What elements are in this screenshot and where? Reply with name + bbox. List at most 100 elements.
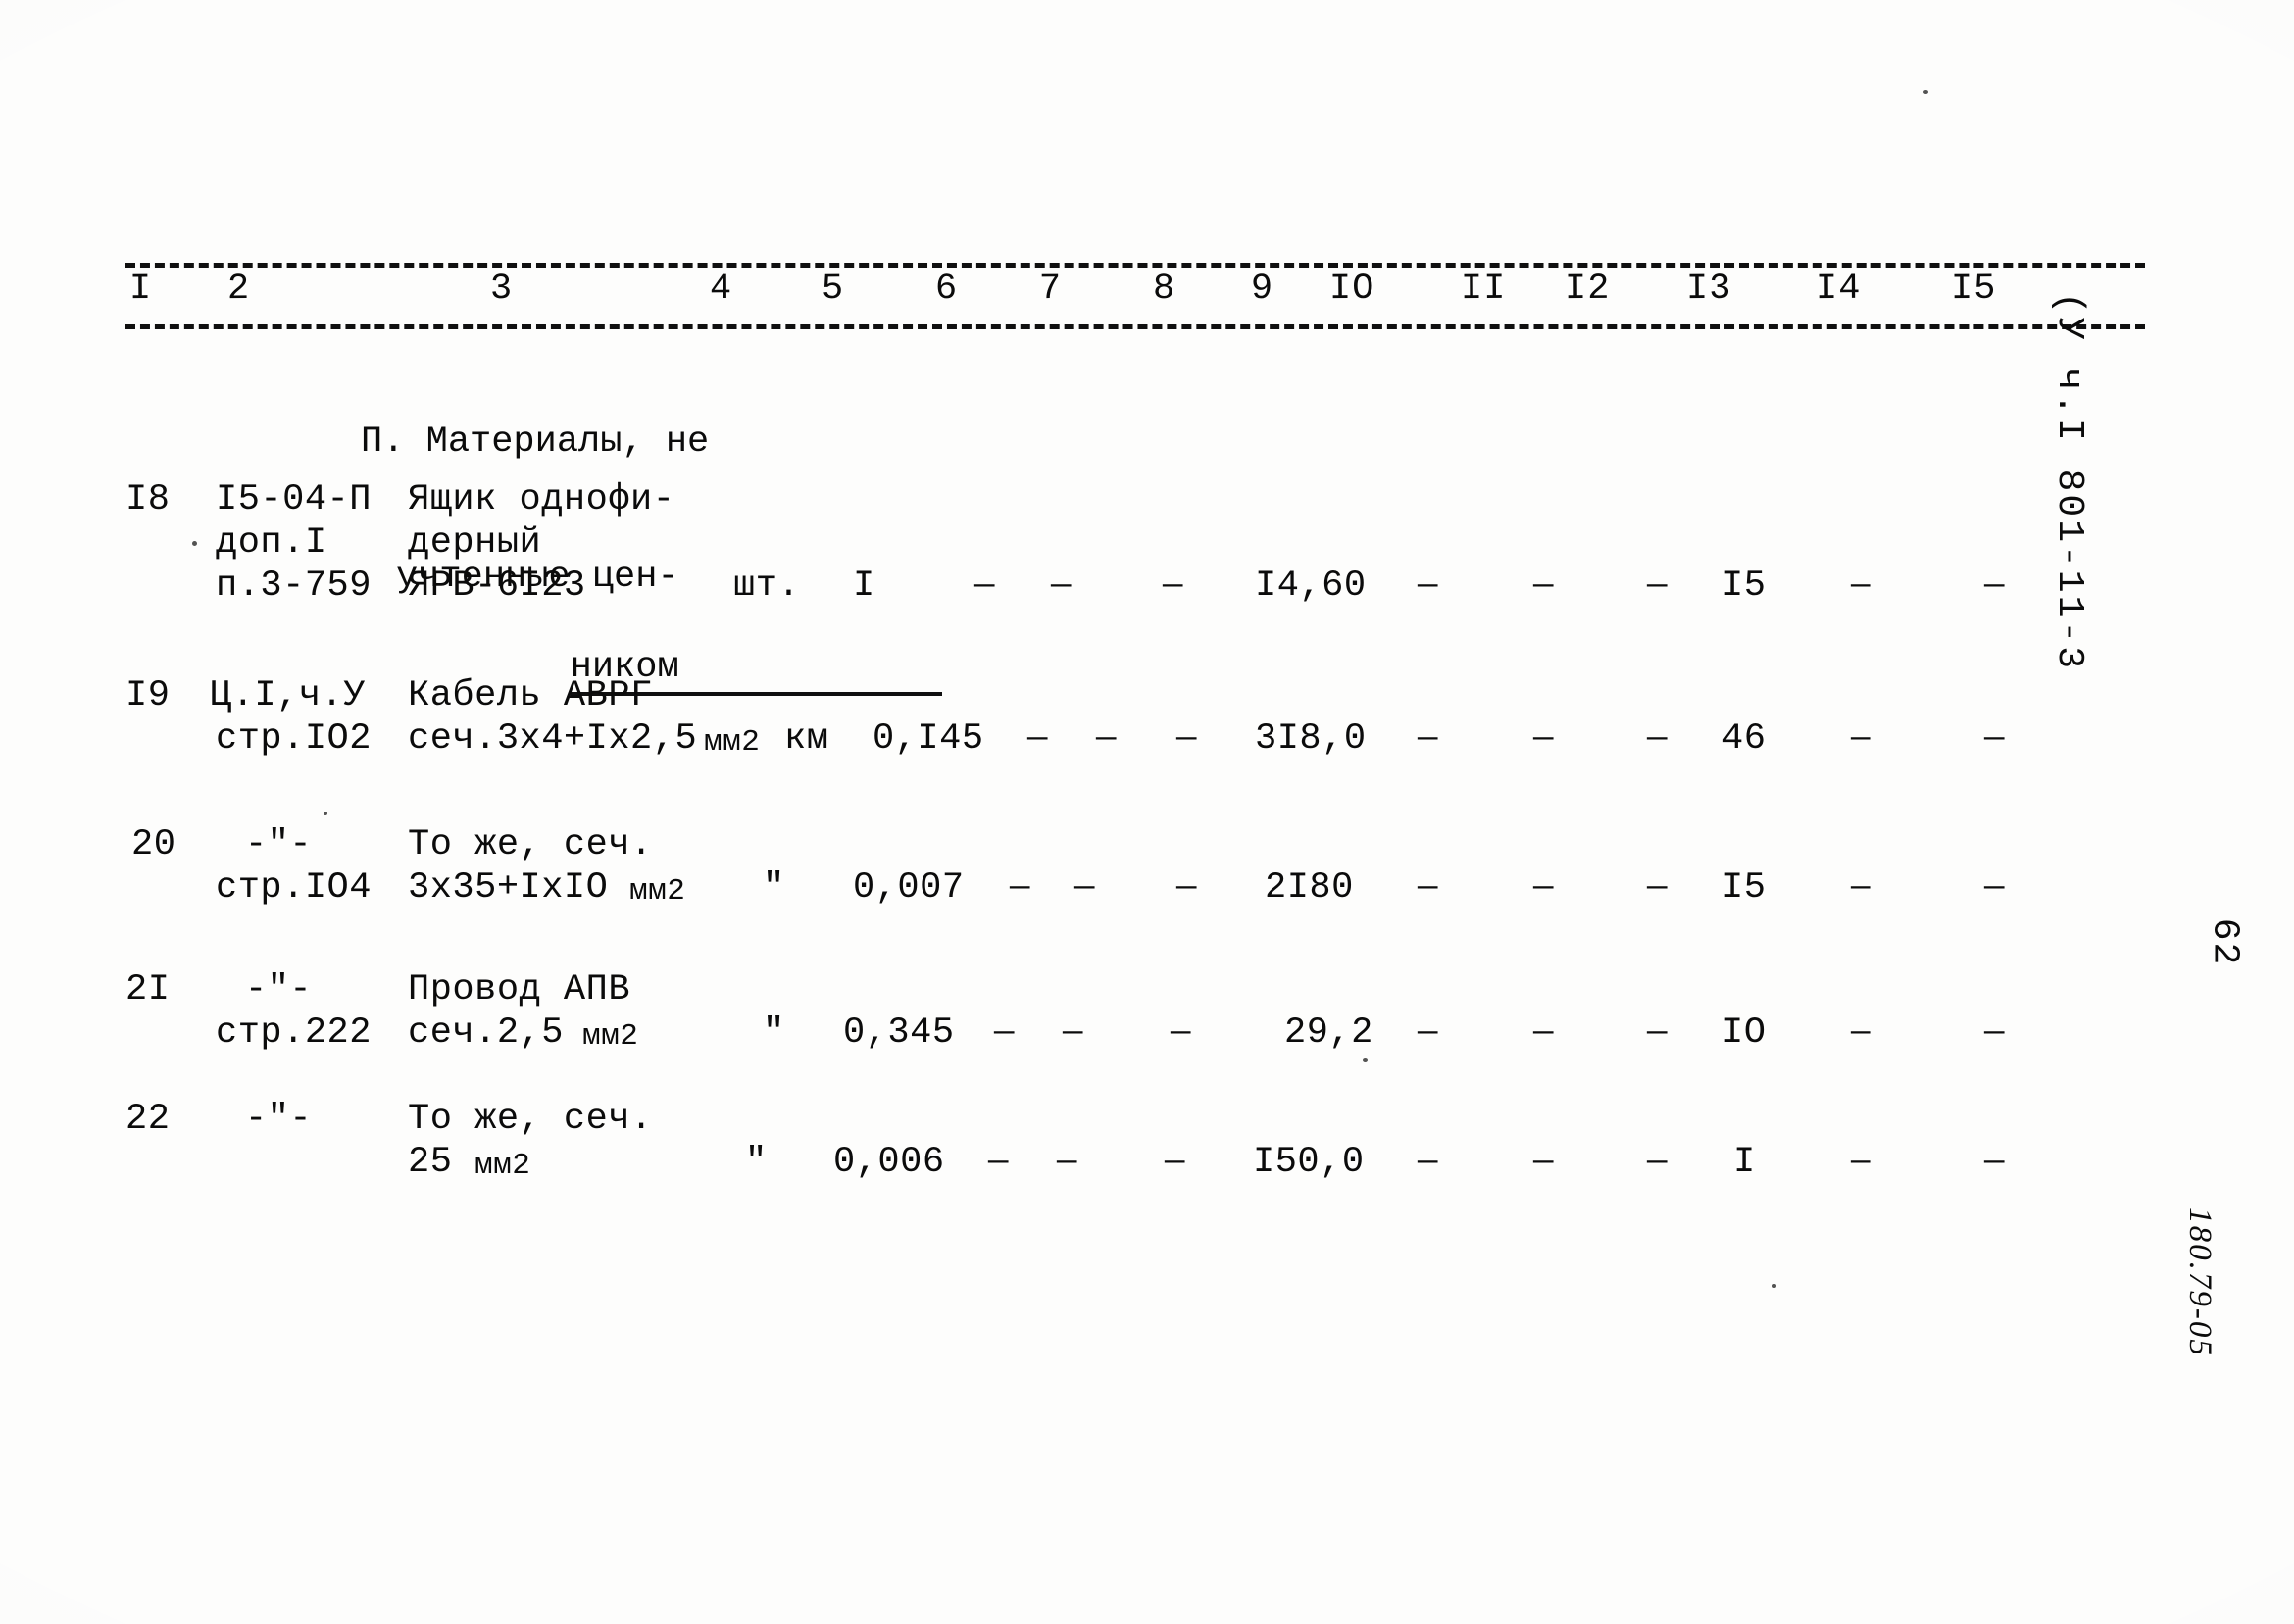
row-code: стр.IO2 — [216, 718, 372, 760]
row-col12: — — [1647, 720, 1668, 758]
row-col12: — — [1647, 1014, 1668, 1052]
margin-archive-stamp: 180.79-05 — [2182, 1207, 2219, 1357]
column-header-1: I — [128, 268, 153, 311]
scan-speck — [1772, 1284, 1776, 1288]
row-col6: — — [974, 567, 995, 605]
row-col10: — — [1418, 1144, 1438, 1181]
column-header-12: I2 — [1564, 268, 1611, 311]
column-header-4: 4 — [709, 268, 733, 311]
scan-speck — [1923, 90, 1928, 94]
row-col6: — — [988, 1144, 1009, 1181]
row-price: 3I8,0 — [1255, 718, 1367, 760]
row-unit: км — [784, 718, 829, 760]
row-col15: — — [1984, 1014, 2005, 1052]
row-col13: I5 — [1721, 867, 1767, 909]
row-number: 20 — [131, 824, 176, 865]
row-name: 3х35+IхIO — [408, 867, 609, 909]
row-unit: " — [745, 1142, 768, 1183]
row-number: I8 — [125, 479, 171, 520]
row-number: I9 — [125, 675, 171, 716]
row-quantity: 0,007 — [853, 867, 965, 909]
row-col12: — — [1647, 567, 1668, 605]
row-col10: — — [1418, 567, 1438, 605]
row-col15: — — [1984, 720, 2005, 758]
row-col8: — — [1171, 1014, 1191, 1052]
row-code: доп.I — [216, 522, 327, 564]
row-col8: — — [1176, 720, 1197, 758]
row-quantity: 0,I45 — [873, 718, 984, 760]
row-col15: — — [1984, 1144, 2005, 1181]
row-col14: — — [1851, 1144, 1871, 1181]
estimate-table: I 2 3 4 5 6 7 8 9 IO II I2 I3 I4 I5 П. М… — [125, 263, 2145, 1388]
row-col12: — — [1647, 869, 1668, 907]
column-header-6: 6 — [934, 268, 959, 311]
row-code: стр.222 — [216, 1012, 372, 1054]
row-col6: — — [1027, 720, 1048, 758]
row-col15: — — [1984, 869, 2005, 907]
row-col14: — — [1851, 720, 1871, 758]
column-header-row: I 2 3 4 5 6 7 8 9 IO II I2 I3 I4 I5 — [125, 268, 2145, 324]
row-col11: — — [1533, 869, 1554, 907]
column-header-13: I3 — [1685, 268, 1732, 311]
scan-speck — [1363, 1058, 1368, 1062]
column-header-11: II — [1460, 268, 1507, 311]
row-col6: — — [994, 1014, 1015, 1052]
row-code: Ц.I,ч.У — [210, 675, 366, 716]
row-col8: — — [1163, 567, 1183, 605]
row-code: -"- — [245, 969, 313, 1010]
row-quantity: 0,345 — [843, 1012, 955, 1054]
table-body: П. Материалы, не учтенные цен- ником I8 … — [125, 329, 2145, 1388]
column-header-5: 5 — [821, 268, 845, 311]
row-col7: — — [1074, 869, 1095, 907]
row-col10: — — [1418, 1014, 1438, 1052]
row-code: -"- — [245, 824, 313, 865]
scan-speck — [324, 812, 327, 815]
row-col11: — — [1533, 720, 1554, 758]
row-col11: — — [1533, 1014, 1554, 1052]
row-col6: — — [1010, 869, 1030, 907]
row-col7: — — [1051, 567, 1072, 605]
row-col14: — — [1851, 869, 1871, 907]
row-number: 22 — [125, 1099, 171, 1140]
scan-speck — [192, 541, 197, 546]
row-col15: — — [1984, 567, 2005, 605]
column-header-3: 3 — [489, 268, 514, 311]
row-name: сеч.2,5 — [408, 1012, 564, 1054]
column-header-7: 7 — [1038, 268, 1063, 311]
row-col8: — — [1176, 869, 1197, 907]
row-code: стр.IO4 — [216, 867, 372, 909]
row-col7: — — [1096, 720, 1117, 758]
row-col7: — — [1063, 1014, 1083, 1052]
column-header-14: I4 — [1815, 268, 1862, 311]
row-name: дерный — [408, 522, 542, 564]
row-unit: шт. — [733, 566, 801, 607]
row-name-unit-sub: мм2 — [629, 874, 686, 909]
row-code: п.3-759 — [216, 566, 372, 607]
row-name: Ящик однофи- — [408, 479, 675, 520]
row-name: Кабель АВРГ — [408, 675, 653, 716]
scanned-page: I 2 3 4 5 6 7 8 9 IO II I2 I3 I4 I5 П. М… — [0, 0, 2294, 1624]
row-name: То же, сеч. — [408, 1099, 653, 1140]
row-col11: — — [1533, 567, 1554, 605]
row-col10: — — [1418, 720, 1438, 758]
row-code: -"- — [245, 1099, 313, 1140]
row-code: I5-04-П — [216, 479, 372, 520]
row-col10: — — [1418, 869, 1438, 907]
row-col8: — — [1165, 1144, 1185, 1181]
row-col11: — — [1533, 1144, 1554, 1181]
row-quantity: I — [853, 566, 875, 607]
column-header-9: 9 — [1250, 268, 1274, 311]
row-price: 29,2 — [1284, 1012, 1373, 1054]
row-name: 25 — [408, 1142, 453, 1183]
row-number: 2I — [125, 969, 171, 1010]
row-price: 2I80 — [1265, 867, 1354, 909]
row-name-unit-sub: мм2 — [474, 1149, 531, 1183]
row-col13: IO — [1721, 1012, 1767, 1054]
row-name: То же, сеч. — [408, 824, 653, 865]
row-col13: I5 — [1721, 566, 1767, 607]
row-col13: I — [1733, 1142, 1756, 1183]
row-name: ЯРВ-6I23 — [408, 566, 586, 607]
row-name: сеч.3х4+Iх2,5 — [408, 718, 698, 760]
row-name-unit-sub: мм2 — [704, 725, 761, 760]
row-col14: — — [1851, 567, 1871, 605]
